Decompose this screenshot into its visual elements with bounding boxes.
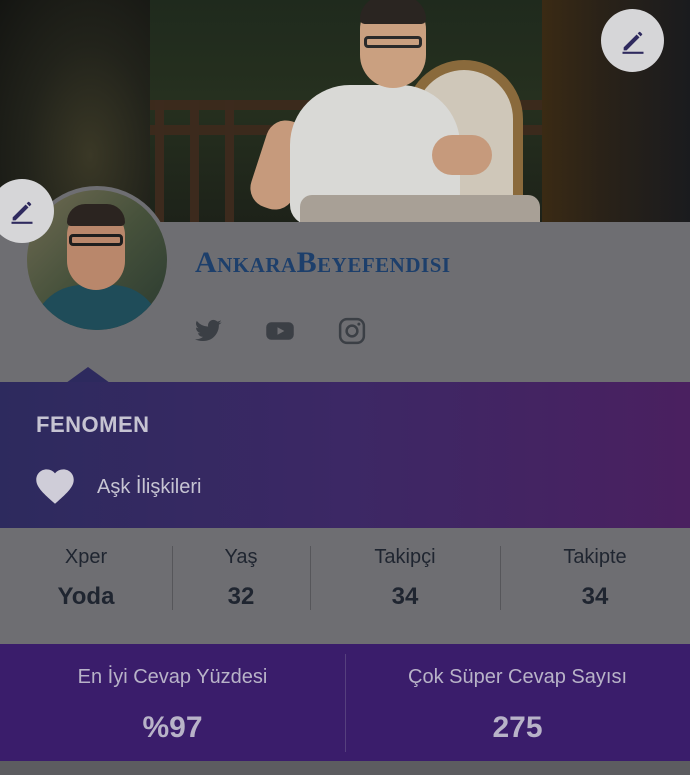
username: AnkaraBeyefendisi bbox=[195, 246, 451, 279]
youtube-link[interactable] bbox=[264, 315, 296, 347]
edit-cover-button[interactable] bbox=[601, 9, 664, 72]
twitter-link[interactable] bbox=[192, 315, 224, 347]
person-hair bbox=[360, 0, 426, 24]
instagram-link[interactable] bbox=[336, 315, 368, 347]
twitter-icon bbox=[194, 319, 222, 342]
metric-value: %97 bbox=[142, 711, 203, 744]
railing-post bbox=[190, 100, 199, 222]
metric-label: En İyi Cevap Yüzdesi bbox=[77, 666, 268, 688]
stat-label: Takipte bbox=[563, 546, 627, 568]
metric-value: 275 bbox=[492, 711, 543, 744]
topic-link[interactable]: Aşk İlişkileri bbox=[97, 476, 201, 499]
person-glasses bbox=[364, 36, 422, 48]
railing-post bbox=[155, 100, 164, 222]
stat-followers[interactable]: Takipçi 34 bbox=[310, 546, 500, 644]
best-answer-percentage: En İyi Cevap Yüzdesi %97 bbox=[0, 644, 345, 761]
instagram-icon bbox=[338, 317, 366, 345]
profile-header: AnkaraBeyefendisi bbox=[0, 179, 690, 382]
pencil-icon bbox=[11, 201, 33, 224]
stat-value: 34 bbox=[391, 583, 419, 610]
heart-icon bbox=[36, 469, 74, 504]
stat-following[interactable]: Takipte 34 bbox=[500, 546, 690, 644]
cover-image bbox=[150, 0, 544, 222]
social-links bbox=[192, 315, 368, 347]
railing-post bbox=[225, 100, 234, 222]
table bbox=[300, 195, 540, 222]
stat-label: Yaş bbox=[224, 546, 258, 568]
stat-value: 34 bbox=[581, 583, 609, 610]
metric-label: Çok Süper Cevap Sayısı bbox=[408, 666, 627, 688]
stat-xper[interactable]: Xper Yoda bbox=[0, 546, 172, 644]
stats-row: Xper Yoda Yaş 32 Takipçi 34 Takipte 34 bbox=[0, 528, 690, 644]
pencil-icon bbox=[622, 31, 643, 54]
stat-age: Yaş 32 bbox=[172, 546, 310, 644]
bottom-divider bbox=[0, 761, 690, 775]
stat-label: Xper bbox=[64, 546, 108, 568]
super-answer-count: Çok Süper Cevap Sayısı 275 bbox=[345, 644, 690, 761]
youtube-icon bbox=[266, 322, 294, 340]
metrics-row: En İyi Cevap Yüzdesi %97 Çok Süper Cevap… bbox=[0, 644, 690, 761]
stat-value: 32 bbox=[227, 583, 255, 610]
person-arm bbox=[432, 135, 492, 175]
banner-title: FENOMEN bbox=[36, 412, 150, 437]
stat-value: Yoda bbox=[57, 583, 115, 610]
banner-pointer bbox=[66, 367, 110, 383]
fenomen-banner: FENOMEN Aşk İlişkileri bbox=[0, 382, 690, 528]
stat-label: Takipçi bbox=[374, 546, 436, 568]
